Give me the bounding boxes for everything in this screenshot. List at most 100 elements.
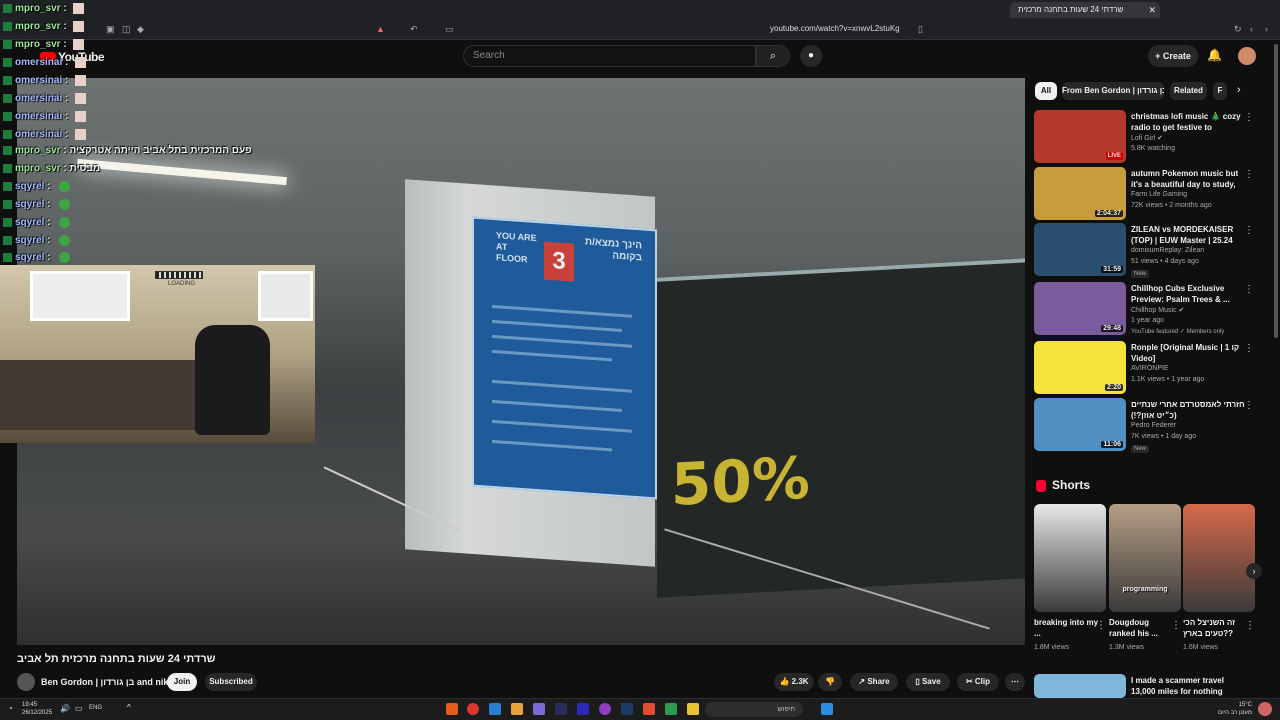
more-options-icon[interactable]: ⋮ bbox=[1244, 225, 1254, 236]
wifi-icon[interactable]: ◔ bbox=[8, 704, 13, 713]
chevron-up-icon[interactable]: ^ bbox=[127, 703, 131, 712]
obs-icon[interactable] bbox=[599, 703, 611, 715]
chat-username: mpro_svr bbox=[15, 21, 61, 33]
short-thumbnail[interactable] bbox=[1183, 504, 1255, 612]
short-thumbnail[interactable]: programming bbox=[1109, 504, 1181, 612]
chat-emote-icon bbox=[75, 111, 87, 122]
app-icon[interactable] bbox=[533, 703, 545, 715]
like-button[interactable]: 👍 2.3K bbox=[774, 673, 814, 691]
recommendation-channel[interactable]: AVIRONPIE bbox=[1131, 365, 1169, 372]
short-title[interactable]: זה השניצל הכי טעים בארץ?? bbox=[1183, 617, 1247, 639]
chat-username: mpro_svr bbox=[15, 3, 61, 15]
chrome-icon[interactable] bbox=[467, 703, 479, 715]
app-icon[interactable] bbox=[489, 703, 501, 715]
app-icon[interactable] bbox=[511, 703, 523, 715]
chat-emote-icon bbox=[59, 235, 71, 246]
user-avatar[interactable] bbox=[1258, 702, 1272, 716]
steam-icon[interactable] bbox=[621, 703, 633, 715]
recommendation-channel[interactable]: Lofi Girl ✔ bbox=[1131, 134, 1163, 142]
recommendation-item[interactable]: 31:59 ZILEAN vs MORDEKAISER (TOP) | EUW M… bbox=[1034, 223, 1264, 278]
short-title[interactable]: Dougdoug ranked his ... bbox=[1109, 617, 1173, 639]
windows-start-icon[interactable] bbox=[821, 703, 833, 715]
chat-separator: : bbox=[44, 252, 54, 264]
taskbar-clock[interactable]: 19:45 26/12/2025 bbox=[22, 701, 52, 717]
video-title: שרדתי 24 שעות בתחנה מרכזית תל אביב bbox=[17, 653, 216, 665]
video-thumbnail: 29:48 bbox=[1034, 282, 1126, 335]
shorts-next-icon[interactable]: › bbox=[1246, 563, 1262, 579]
subscribed-button[interactable]: Subscribed bbox=[205, 673, 257, 691]
forward-icon[interactable]: › bbox=[1265, 24, 1268, 34]
chip-from-channel[interactable]: From Ben Gordon | בן גורדון bbox=[1062, 82, 1164, 100]
duration-badge: 31:59 bbox=[1101, 266, 1123, 273]
recommendation-item[interactable]: 2:04:37 autumn Pokemon music but it's a b… bbox=[1034, 167, 1264, 220]
short-thumbnail[interactable] bbox=[1034, 504, 1106, 612]
join-button[interactable]: Join bbox=[167, 673, 197, 691]
language-indicator[interactable]: ENG bbox=[89, 705, 102, 711]
chip-related[interactable]: Related bbox=[1170, 82, 1207, 100]
chip-more[interactable]: F bbox=[1213, 82, 1227, 100]
chat-badge-icon bbox=[3, 94, 12, 103]
search-input[interactable]: Search bbox=[463, 45, 756, 67]
recommendation-channel[interactable]: Chillhop Music ✔ bbox=[1131, 306, 1184, 314]
recommendation-meta: 5.8K watching bbox=[1131, 145, 1175, 152]
folder-icon[interactable] bbox=[687, 703, 699, 715]
recommendation-channel[interactable]: Pedro Federer bbox=[1131, 422, 1176, 429]
bookmark-icon[interactable]: ▯ bbox=[918, 24, 923, 35]
chat-message: sqyrel : bbox=[3, 252, 71, 266]
recommendation-item[interactable]: LIVE christmas lofi music 🎄 cozy radio to… bbox=[1034, 110, 1264, 163]
chat-username: mpro_svr bbox=[15, 145, 61, 156]
chip-all[interactable]: All bbox=[1035, 82, 1057, 100]
back-icon[interactable]: ‹ bbox=[1250, 24, 1253, 34]
premiere-icon[interactable] bbox=[577, 703, 589, 715]
recommendation-channel[interactable]: Farm Life Gaming bbox=[1131, 191, 1187, 198]
more-options-icon[interactable]: ⋮ bbox=[1171, 620, 1181, 631]
recommendation-item[interactable]: 2:20 Ronple [Original Music | 1 קו Video]… bbox=[1034, 341, 1264, 394]
more-options-icon[interactable]: ⋮ bbox=[1244, 169, 1254, 180]
dislike-icon[interactable]: 👎 bbox=[818, 673, 842, 691]
more-actions-icon[interactable]: ⋯ bbox=[1005, 673, 1025, 691]
taskbar-search[interactable]: חיפוש bbox=[705, 702, 803, 717]
more-options-icon[interactable]: ⋮ bbox=[1244, 284, 1254, 295]
recommendation-item[interactable]: 29:48 Chillhop Cubs Exclusive Preview: Ps… bbox=[1034, 282, 1264, 335]
chat-text: מבסית bbox=[69, 163, 101, 174]
shop-window: 50% bbox=[657, 258, 1025, 598]
brave-icon[interactable] bbox=[643, 703, 655, 715]
mic-icon[interactable]: ● bbox=[800, 45, 822, 67]
reload-icon[interactable]: ↻ bbox=[1234, 24, 1242, 35]
screen-icon[interactable]: ▭ bbox=[445, 24, 454, 35]
more-options-icon[interactable]: ⋮ bbox=[1244, 343, 1254, 354]
more-options-icon[interactable]: ⋮ bbox=[1245, 620, 1255, 631]
after-effects-icon[interactable] bbox=[555, 703, 567, 715]
short-title[interactable]: breaking into my ... bbox=[1034, 617, 1098, 639]
recommendation-channel[interactable]: domisumReplay: Zilean bbox=[1131, 247, 1204, 254]
scrollbar[interactable] bbox=[1274, 44, 1278, 338]
browser-tab[interactable]: שרדתי 24 שעות בתחנה מרכזית ✕ bbox=[1010, 2, 1160, 18]
undo-icon[interactable]: ↶ bbox=[410, 24, 418, 35]
weather-widget[interactable]: 15°C מעונן רב היום bbox=[1218, 701, 1252, 717]
create-button[interactable]: + Create bbox=[1148, 45, 1198, 67]
chevron-right-icon[interactable]: › bbox=[1237, 84, 1241, 96]
volume-icon[interactable]: 🔊 bbox=[60, 704, 70, 713]
channel-name[interactable]: Ben Gordon | בן גורדון and nik bbox=[41, 677, 168, 687]
save-button[interactable]: ▯ Save bbox=[906, 673, 950, 691]
recommendation-extra: YouTube featured ✓ Members only bbox=[1131, 329, 1225, 335]
channel-avatar[interactable] bbox=[17, 673, 35, 691]
short-views: 1.3M views bbox=[1109, 644, 1145, 651]
more-options-icon[interactable]: ⋮ bbox=[1244, 400, 1254, 411]
notifications-bell-icon[interactable]: 🔔 bbox=[1207, 48, 1222, 62]
search-icon[interactable]: ⌕ bbox=[756, 45, 790, 67]
tab-close-icon[interactable]: ✕ bbox=[1148, 2, 1156, 18]
clip-button[interactable]: ✂ Clip bbox=[957, 673, 999, 691]
chat-separator: : bbox=[44, 199, 54, 211]
battery-icon[interactable]: ▭ bbox=[75, 704, 83, 713]
more-options-icon[interactable]: ⋮ bbox=[1244, 112, 1254, 123]
app-icon[interactable] bbox=[665, 703, 677, 715]
share-button[interactable]: ↗ Share bbox=[850, 673, 898, 691]
account-avatar[interactable] bbox=[1238, 47, 1256, 65]
app-icon[interactable] bbox=[446, 703, 458, 715]
recommendation-item[interactable]: 11:06 חזרתי לאמסטרדם אחרי שנתיים (כ״יט או… bbox=[1034, 398, 1264, 453]
url-field[interactable]: youtube.com/watch?v=xnwvL2stuKg bbox=[770, 24, 900, 33]
more-options-icon[interactable]: ⋮ bbox=[1096, 620, 1106, 631]
recommendation-item[interactable]: I made a scammer travel 13,000 miles for… bbox=[1034, 674, 1264, 698]
alert-icon[interactable]: ▲ bbox=[376, 24, 385, 34]
